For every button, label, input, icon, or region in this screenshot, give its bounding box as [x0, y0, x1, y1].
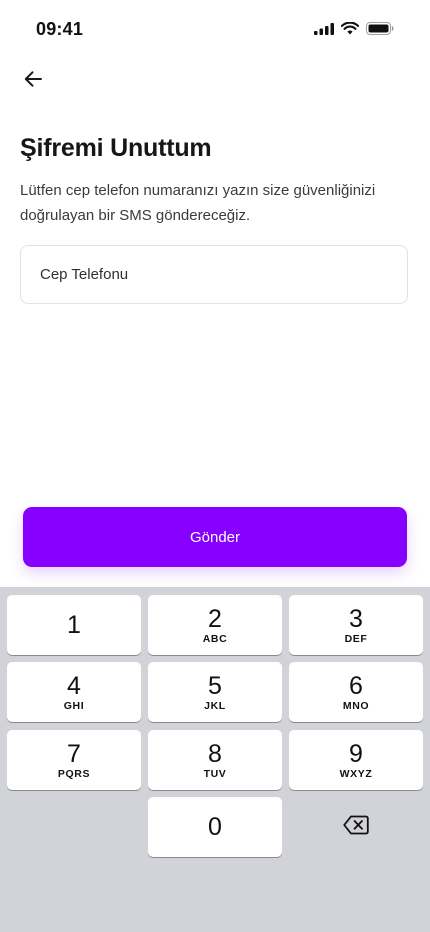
back-button[interactable] — [14, 62, 52, 100]
key-digit: 6 — [349, 671, 363, 700]
phone-input[interactable] — [40, 266, 407, 283]
numeric-keypad: 1 2 ABC 3 DEF 4 GHI 5 JKL 6 MNO 7 PQRS 8… — [0, 587, 430, 932]
key-letters: PQRS — [57, 767, 91, 780]
cellular-signal-icon — [314, 22, 334, 35]
key-5[interactable]: 5 JKL — [148, 662, 282, 722]
key-letters: ABC — [202, 632, 228, 645]
key-8[interactable]: 8 TUV — [148, 730, 282, 790]
backspace-key[interactable] — [289, 797, 423, 857]
page-title: Şifremi Unuttum — [20, 134, 212, 162]
page-description: Lütfen cep telefon numaranızı yazın size… — [20, 182, 376, 224]
key-digit: 7 — [67, 739, 81, 768]
status-icons — [314, 22, 394, 35]
key-0[interactable]: 0 — [148, 797, 282, 857]
key-letters: JKL — [204, 699, 226, 712]
status-bar: 09:41 — [0, 0, 430, 54]
key-digit: 4 — [67, 671, 81, 700]
key-3[interactable]: 3 DEF — [289, 595, 423, 655]
key-2[interactable]: 2 ABC — [148, 595, 282, 655]
key-digit: 5 — [208, 671, 222, 700]
key-4[interactable]: 4 GHI — [7, 662, 141, 722]
key-letters: WXYZ — [339, 767, 373, 780]
backspace-icon — [343, 815, 369, 840]
key-letters: GHI — [63, 699, 85, 712]
battery-icon — [366, 22, 394, 35]
key-digit: 0 — [208, 813, 222, 841]
key-letters: MNO — [342, 699, 370, 712]
status-time: 09:41 — [36, 19, 84, 39]
key-letters: DEF — [344, 632, 368, 645]
send-button[interactable]: Gönder — [23, 507, 407, 567]
key-1[interactable]: 1 — [7, 595, 141, 655]
key-digit: 2 — [208, 604, 222, 633]
key-digit: 8 — [208, 739, 222, 768]
arrow-left-icon — [23, 70, 43, 93]
key-7[interactable]: 7 PQRS — [7, 730, 141, 790]
phone-field[interactable] — [20, 245, 408, 304]
key-digit: 1 — [67, 611, 81, 639]
key-digit: 3 — [349, 604, 363, 633]
key-6[interactable]: 6 MNO — [289, 662, 423, 722]
key-9[interactable]: 9 WXYZ — [289, 730, 423, 790]
key-digit: 9 — [349, 739, 363, 768]
key-letters: TUV — [203, 767, 227, 780]
wifi-icon — [341, 22, 359, 35]
